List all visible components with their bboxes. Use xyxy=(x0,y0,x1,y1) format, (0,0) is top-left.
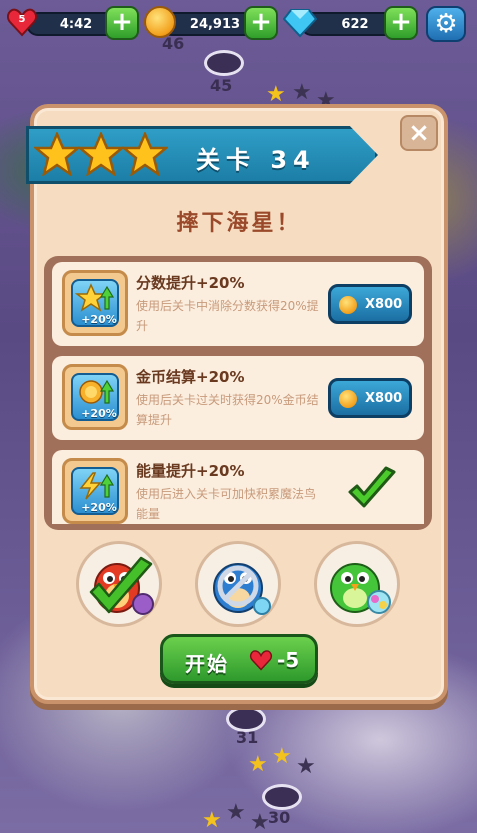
level-title: 关卡 34 xyxy=(196,146,316,174)
heart-icon xyxy=(249,650,273,671)
level-node[interactable] xyxy=(204,50,244,76)
boost-description: 使用后关卡过关时获得20%金币结算提升 xyxy=(136,393,319,427)
star-icon xyxy=(34,132,80,176)
dialog-subtitle: 摔下海星！ xyxy=(176,211,302,236)
coin-icon xyxy=(339,390,357,408)
boost-icon-frame: +20% xyxy=(62,458,128,524)
start-cost: -5 xyxy=(277,648,300,672)
boost-pct-label: +20% xyxy=(81,501,117,514)
level-number: 30 xyxy=(268,808,291,827)
boost-title: 分数提升+20% xyxy=(136,274,245,292)
level-number: 45 xyxy=(210,76,233,95)
add-coins-button[interactable]: + xyxy=(244,6,278,40)
boost-row-coins: +20% 金币结算+20% 使用后关卡过关时获得20%金币结算提升 X800 xyxy=(52,356,424,440)
add-lives-button[interactable]: + xyxy=(105,6,139,40)
level-star-icon: ★ xyxy=(272,744,292,769)
boost-title: 金币结算+20% xyxy=(136,368,245,386)
star-icon xyxy=(122,132,168,176)
boost-row-score: +20% 分数提升+20% 使用后关卡中消除分数获得20%提升 X800 xyxy=(52,262,424,346)
boost-icon-frame: +20% xyxy=(62,270,128,336)
level-number: 31 xyxy=(236,728,259,747)
boost-description: 使用后关卡中消除分数获得20%提升 xyxy=(136,299,319,333)
boost-row-energy: +20% 能量提升+20% 使用后进入关卡可加快积累魔法鸟能量 xyxy=(52,450,424,524)
coins-text: 24,913 xyxy=(189,16,241,32)
lives-count: 5 xyxy=(18,14,26,25)
boost-pct-label: +20% xyxy=(81,407,117,420)
score-boost-icon: +20% xyxy=(71,279,119,327)
boost-pct-label: +20% xyxy=(81,313,117,326)
buy-score-boost-button[interactable]: X800 xyxy=(328,284,412,324)
top-hud: 4:42 5 + 24,913 + 622 + ⚙ xyxy=(0,4,477,42)
close-button[interactable]: × xyxy=(400,115,438,151)
level-star-empty-icon: ★ xyxy=(226,800,246,825)
energy-boost-icon: +20% xyxy=(71,467,119,515)
price-label: X800 xyxy=(365,297,403,312)
settings-button[interactable]: ⚙ xyxy=(426,6,466,42)
lives-timer-text: 4:42 xyxy=(59,16,93,32)
gear-icon: ⚙ xyxy=(434,9,458,39)
green-bird-icon xyxy=(330,563,391,614)
pet-slot-red-bird[interactable] xyxy=(76,541,162,627)
coin-icon xyxy=(144,6,176,38)
pet-slot-green-bird[interactable] xyxy=(314,541,400,627)
boost-title: 能量提升+20% xyxy=(136,462,245,480)
level-star-empty-icon: ★ xyxy=(296,754,316,779)
pet-slot-blue-bird[interactable] xyxy=(195,541,281,627)
level-star-icon: ★ xyxy=(202,808,222,833)
blue-bird-icon xyxy=(213,563,271,615)
boost-icon-frame: +20% xyxy=(62,364,128,430)
level-star-icon: ★ xyxy=(248,752,268,777)
checkmark-icon[interactable] xyxy=(346,464,398,516)
star-icon xyxy=(78,132,124,176)
start-label: 开始 xyxy=(185,652,229,676)
coin-icon xyxy=(339,296,357,314)
level-star-empty-icon: ★ xyxy=(250,810,270,833)
buy-coin-boost-button[interactable]: X800 xyxy=(328,378,412,418)
level-node[interactable] xyxy=(262,784,302,810)
level-star-empty-icon: ★ xyxy=(292,80,312,105)
gems-text: 622 xyxy=(341,16,369,32)
gem-icon xyxy=(283,9,317,38)
coin-boost-icon: +20% xyxy=(71,373,119,421)
boost-description: 使用后进入关卡可加快积累魔法鸟能量 xyxy=(136,487,317,521)
add-gems-button[interactable]: + xyxy=(384,6,418,40)
price-label: X800 xyxy=(365,391,403,406)
start-button[interactable]: 开始 -5 xyxy=(160,634,318,684)
red-bird-icon xyxy=(89,556,154,615)
